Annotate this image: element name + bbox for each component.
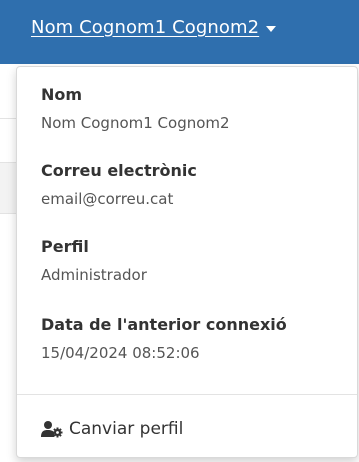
user-info-name: Nom Nom Cognom1 Cognom2: [41, 85, 230, 133]
dropdown-divider: [17, 394, 357, 395]
caret-down-icon: [266, 25, 277, 32]
field-label: Data de l'anterior connexió: [41, 315, 287, 334]
change-profile-button[interactable]: Canviar perfil: [41, 419, 183, 439]
page-divider: [0, 118, 16, 119]
change-profile-label[interactable]: Canviar perfil: [69, 419, 183, 439]
top-navbar: Nom Cognom1 Cognom2: [0, 0, 359, 64]
field-label: Nom: [41, 85, 83, 104]
user-info-email: Correu electrònic email@correu.cat: [41, 161, 197, 209]
field-label: Perfil: [41, 237, 89, 256]
user-info-last-login: Data de l'anterior connexió 15/04/2024 0…: [41, 315, 287, 363]
page-band: [0, 162, 16, 214]
field-value: Nom Cognom1 Cognom2: [41, 114, 230, 132]
field-label: Correu electrònic: [41, 161, 197, 180]
user-menu-dropdown: Nom Nom Cognom1 Cognom2 Correu electròni…: [16, 66, 358, 458]
user-cog-icon: [41, 421, 63, 438]
page-background: [0, 0, 16, 462]
user-info-profile: Perfil Administrador: [41, 237, 147, 285]
field-value: 15/04/2024 08:52:06: [41, 344, 200, 362]
user-menu-toggle-label[interactable]: Nom Cognom1 Cognom2: [31, 17, 259, 38]
field-value: email@correu.cat: [41, 190, 174, 208]
user-menu-toggle[interactable]: Nom Cognom1 Cognom2: [31, 17, 277, 38]
field-value: Administrador: [41, 266, 147, 284]
